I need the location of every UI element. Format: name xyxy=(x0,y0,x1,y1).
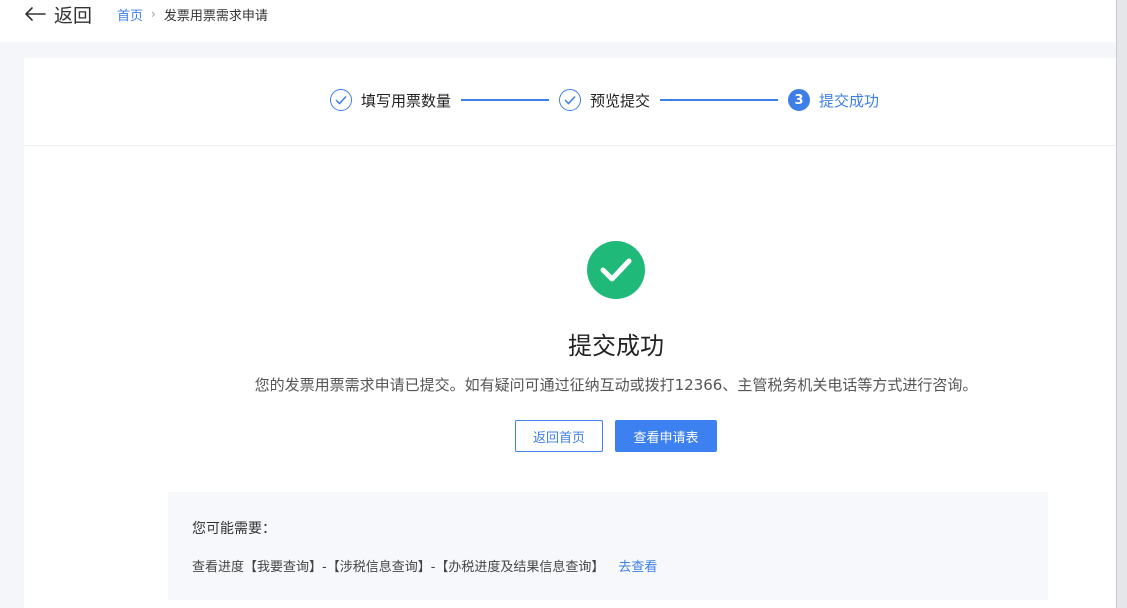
step-2: 预览提交 xyxy=(559,89,650,111)
step-3: 3 提交成功 xyxy=(788,89,879,111)
step-bar: 填写用票数量 预览提交 3 提交成功 xyxy=(24,58,1116,146)
query-path-text: 查看进度【我要查询】-【涉税信息查询】-【办税进度及结果信息查询】 xyxy=(192,560,605,575)
result-description: 您的发票用票需求申请已提交。如有疑问可通过征纳互动或拨打12366、主管税务机关… xyxy=(254,376,978,394)
check-circle-icon xyxy=(330,89,352,111)
action-buttons: 返回首页 查看申请表 xyxy=(515,420,717,452)
step-label: 预览提交 xyxy=(590,91,651,110)
step-label: 提交成功 xyxy=(819,91,880,110)
breadcrumb: 首页 › 发票用票需求申请 xyxy=(117,0,268,28)
step-1: 填写用票数量 xyxy=(330,89,451,111)
suggestion-title: 您可能需要： xyxy=(192,521,276,537)
success-check-icon xyxy=(587,241,645,299)
suggestion-panel: 您可能需要： 查看进度【我要查询】-【涉税信息查询】-【办税进度及结果信息查询】… xyxy=(168,492,1048,600)
check-circle-icon xyxy=(559,89,582,111)
main-card: 填写用票数量 预览提交 3 提交成功 提交成功 您的发票用票需求申请已提交。如有… xyxy=(24,58,1116,608)
back-home-button[interactable]: 返回首页 xyxy=(515,420,603,452)
top-bar: 返回 首页 › 发票用票需求申请 xyxy=(0,0,1116,42)
breadcrumb-current: 发票用票需求申请 xyxy=(163,8,268,24)
step-connector xyxy=(660,99,779,101)
back-label: 返回 xyxy=(54,4,93,27)
back-button[interactable]: 返回 xyxy=(24,0,92,28)
step-label: 填写用票数量 xyxy=(361,91,452,110)
result-title: 提交成功 xyxy=(568,332,664,360)
step-connector xyxy=(461,99,550,101)
breadcrumb-home-link[interactable]: 首页 xyxy=(117,5,143,24)
arrow-left-icon xyxy=(25,7,46,21)
steps: 填写用票数量 预览提交 3 提交成功 xyxy=(330,88,879,112)
scrollbar[interactable] xyxy=(1116,0,1127,608)
go-view-link[interactable]: 去查看 xyxy=(618,556,657,575)
view-application-button[interactable]: 查看申请表 xyxy=(615,420,717,452)
suggestion-line: 查看进度【我要查询】-【涉税信息查询】-【办税进度及结果信息查询】 去查看 xyxy=(192,556,657,575)
step-number: 3 xyxy=(788,89,811,111)
breadcrumb-separator: › xyxy=(151,7,156,21)
